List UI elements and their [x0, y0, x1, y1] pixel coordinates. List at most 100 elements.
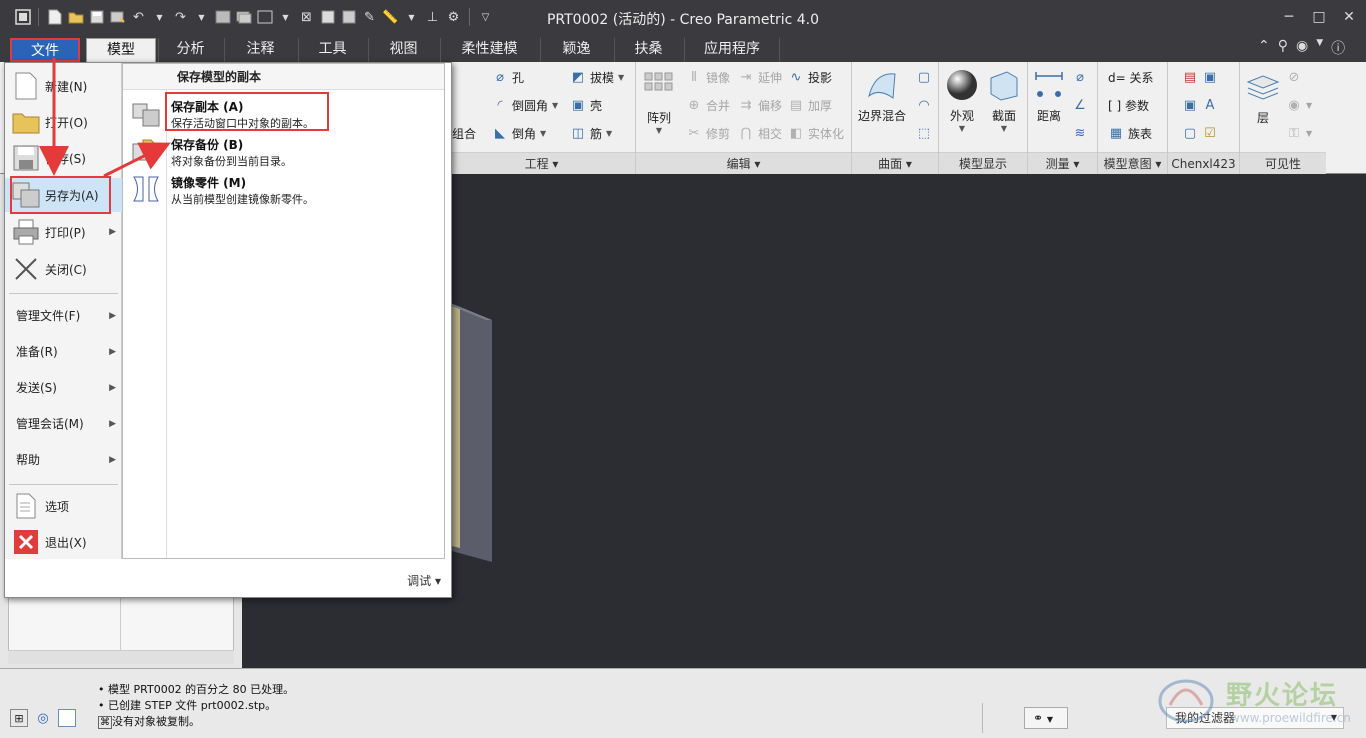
- customize-icon[interactable]: ▽: [477, 9, 494, 26]
- menu-exit[interactable]: 退出(X): [5, 525, 122, 559]
- hole-button[interactable]: ⌀ 孔: [492, 69, 524, 86]
- new-file-icon[interactable]: [46, 9, 63, 26]
- tab-file[interactable]: 文件: [10, 38, 80, 62]
- combine-label[interactable]: 组合: [452, 125, 476, 142]
- section-button[interactable]: 截面 ▼: [987, 68, 1021, 133]
- parameters-button[interactable]: [ ] 参数: [1108, 97, 1149, 114]
- diameter-button[interactable]: ⌀: [1072, 69, 1088, 85]
- windows-icon[interactable]: [235, 9, 252, 26]
- open-folder-icon[interactable]: [67, 9, 84, 26]
- round-button[interactable]: ◜ 倒圆角 ▼: [492, 97, 558, 114]
- group-label-surface[interactable]: 曲面 ▾: [852, 152, 938, 174]
- merge-button[interactable]: ⊕ 合并: [686, 97, 730, 114]
- minimize-button[interactable]: ─: [1276, 6, 1302, 28]
- grid-icon[interactable]: ⊞: [10, 709, 28, 727]
- menu-options[interactable]: 选项: [5, 489, 122, 523]
- rib-button[interactable]: ◫ 筋 ▼: [570, 125, 612, 142]
- thicken-button[interactable]: ▤ 加厚: [788, 97, 832, 114]
- option-mirror-part[interactable]: 镜像零件 (M) 从当前模型创建镜像新零件。: [171, 174, 441, 207]
- fill-button[interactable]: ▢: [916, 69, 932, 85]
- hide-button[interactable]: ⊘: [1286, 69, 1302, 85]
- regenerate-model-icon[interactable]: [214, 9, 231, 26]
- measure-icon[interactable]: ⊥: [424, 9, 441, 26]
- help-icon[interactable]: ⓘ: [1331, 38, 1345, 58]
- menu-send[interactable]: 发送(S) ▶: [5, 376, 122, 400]
- draft-button[interactable]: ◩ 拔模 ▼: [570, 69, 624, 86]
- close-button[interactable]: ✕: [1336, 6, 1362, 28]
- angle-button[interactable]: ∠: [1072, 97, 1088, 113]
- chevron-down-icon[interactable]: ▼: [151, 9, 168, 26]
- intersect-button[interactable]: ⋂ 相交: [738, 125, 782, 142]
- redo-icon[interactable]: ↷: [172, 9, 189, 26]
- menu-manage-session[interactable]: 管理会话(M) ▶: [5, 412, 122, 436]
- collapse-ribbon-icon[interactable]: ⌃: [1258, 38, 1270, 58]
- close-window-icon[interactable]: ⊠: [298, 9, 315, 26]
- menu-prepare[interactable]: 准备(R) ▶: [5, 340, 122, 364]
- regenerate-icon[interactable]: [109, 9, 126, 26]
- tab-applications[interactable]: 应用程序: [684, 38, 780, 62]
- switch-window-icon[interactable]: [256, 9, 273, 26]
- freestyle-button[interactable]: ⬚: [916, 125, 932, 141]
- browser-icon[interactable]: ◎: [34, 709, 52, 727]
- menu-new[interactable]: 新建(N): [5, 69, 122, 103]
- chevron-down-icon[interactable]: ▼: [1316, 38, 1323, 58]
- community-icon[interactable]: ◉: [1296, 38, 1308, 58]
- app-icon[interactable]: [14, 9, 31, 26]
- save-as-icon[interactable]: [340, 9, 357, 26]
- custom-tool-3-button[interactable]: ▢ ☑: [1182, 125, 1218, 141]
- menu-open[interactable]: 打开(O): [5, 105, 122, 139]
- debug-dropdown[interactable]: 调试 ▾: [407, 572, 441, 589]
- solidify-button[interactable]: ◧ 实体化: [788, 125, 844, 142]
- tab-analysis[interactable]: 分析: [158, 38, 222, 62]
- undo-icon[interactable]: ↶: [130, 9, 147, 26]
- option-save-backup[interactable]: 保存备份 (B) 将对象备份到当前目录。: [171, 136, 441, 169]
- extend-button[interactable]: ⇥ 延伸: [738, 69, 782, 86]
- layer-button[interactable]: 层: [1246, 70, 1280, 126]
- find-button[interactable]: ⚭ ▼: [1024, 707, 1068, 729]
- style-button[interactable]: ◠: [916, 97, 932, 113]
- settings-icon[interactable]: ⚙: [445, 9, 462, 26]
- menu-print[interactable]: 打印(P) ▶: [5, 215, 122, 249]
- appearance-button[interactable]: 外观 ▼: [945, 68, 979, 133]
- project-button[interactable]: ∿ 投影: [788, 69, 832, 86]
- chamfer-button[interactable]: ◣ 倒角 ▼: [492, 125, 546, 142]
- tab-fusang[interactable]: 扶桑: [614, 38, 682, 62]
- pattern-button[interactable]: 阵列 ▼: [642, 70, 676, 135]
- custom-tool-1-button[interactable]: ▤ ▣: [1182, 69, 1218, 85]
- menu-close[interactable]: 关闭(C): [5, 252, 122, 286]
- save-copy-icon[interactable]: [319, 9, 336, 26]
- show-button[interactable]: ◉ ▼: [1286, 97, 1312, 113]
- horizontal-scrollbar[interactable]: [8, 650, 234, 664]
- family-table-button[interactable]: ▦ 族表: [1108, 125, 1152, 142]
- menu-manage-file[interactable]: 管理文件(F) ▶: [5, 304, 122, 328]
- edit-icon[interactable]: ✎: [361, 9, 378, 26]
- tab-model[interactable]: 模型: [86, 38, 156, 62]
- distance-button[interactable]: 距离: [1032, 68, 1066, 124]
- chevron-down-icon[interactable]: ▼: [193, 9, 210, 26]
- search-icon[interactable]: ⚲: [1278, 38, 1288, 58]
- status-button[interactable]: ⚿ ▼: [1286, 125, 1312, 141]
- menu-save-as[interactable]: 另存为(A): [5, 178, 122, 212]
- boundary-blend-button[interactable]: 边界混合: [858, 68, 906, 124]
- trim-button[interactable]: ✂ 修剪: [686, 125, 730, 142]
- chevron-down-icon[interactable]: ▼: [277, 9, 294, 26]
- menu-help[interactable]: 帮助 ▶: [5, 448, 122, 472]
- ruler-icon[interactable]: 📏: [382, 9, 399, 26]
- menu-save[interactable]: 保存(S): [5, 141, 122, 175]
- group-label-engineering[interactable]: 工程 ▾: [448, 152, 635, 174]
- length-button[interactable]: ≋: [1072, 125, 1088, 141]
- group-label-model-intent[interactable]: 模型意图 ▾: [1098, 152, 1167, 174]
- group-label-measure[interactable]: 测量 ▾: [1028, 152, 1097, 174]
- relations-button[interactable]: d= 关系: [1108, 69, 1154, 86]
- tab-yingyi[interactable]: 颖逸: [540, 38, 612, 62]
- option-save-copy[interactable]: 保存副本 (A) 保存活动窗口中对象的副本。: [171, 98, 441, 131]
- custom-tool-2-button[interactable]: ▣ A: [1182, 97, 1218, 113]
- tab-annotate[interactable]: 注释: [224, 38, 296, 62]
- mirror-button[interactable]: ⫴ 镜像: [686, 69, 730, 86]
- tab-flexible-modeling[interactable]: 柔性建模: [440, 38, 538, 62]
- full-screen-icon[interactable]: [58, 709, 76, 727]
- save-icon[interactable]: [88, 9, 105, 26]
- offset-button[interactable]: ⇉ 偏移: [738, 97, 782, 114]
- maximize-button[interactable]: □: [1306, 6, 1332, 28]
- shell-button[interactable]: ▣ 壳: [570, 97, 602, 114]
